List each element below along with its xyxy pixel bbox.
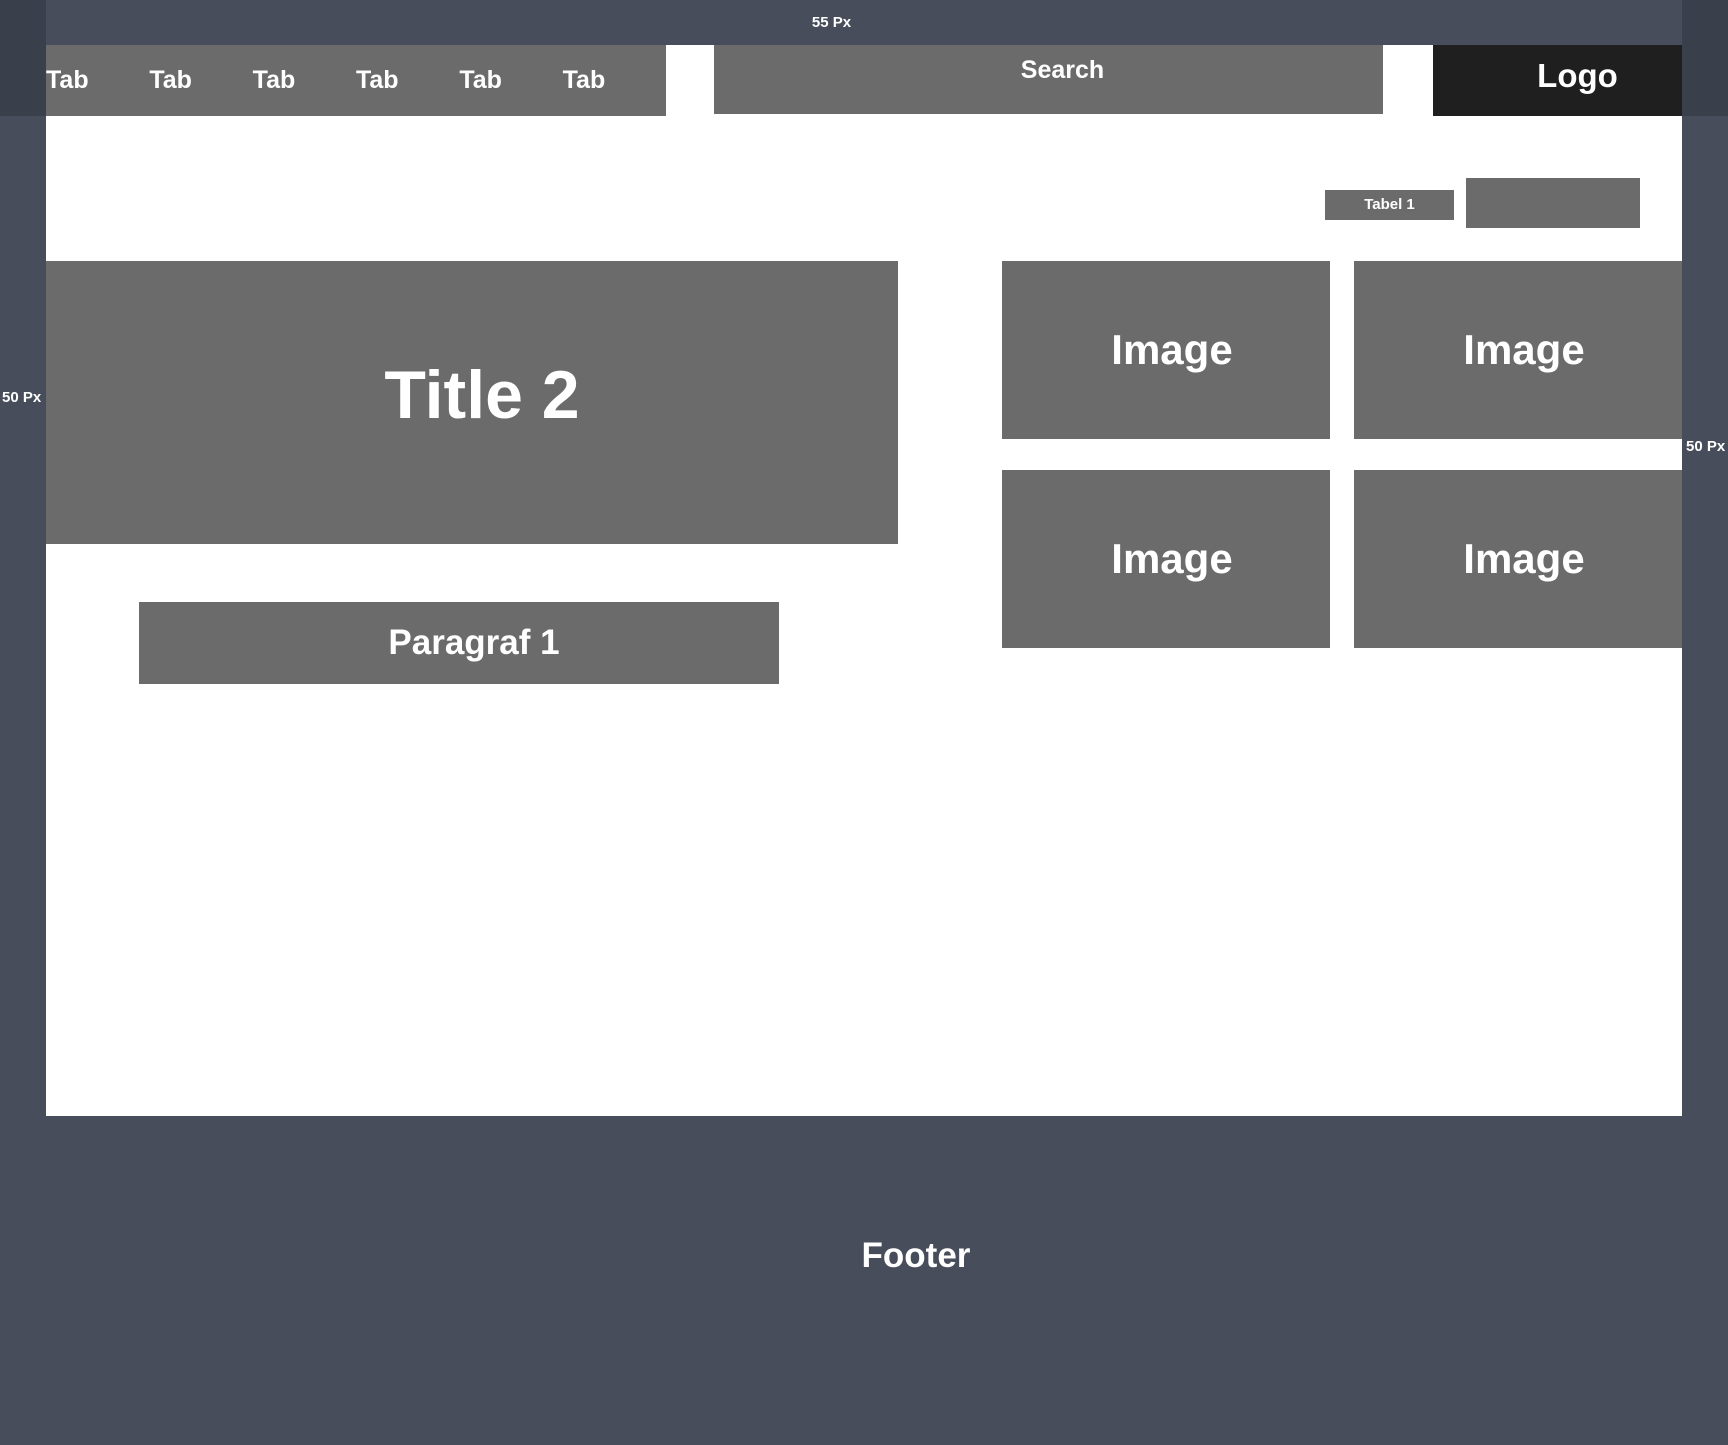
tab-1[interactable]: Tab [46, 66, 149, 95]
right-margin-strip [1682, 0, 1728, 116]
image-placeholder-4: Image [1354, 470, 1682, 648]
logo[interactable]: Logo [1433, 45, 1682, 116]
tab-bar: Tab Tab Tab Tab Tab Tab [46, 45, 666, 116]
tab-3[interactable]: Tab [253, 66, 356, 95]
footer-label: Footer [861, 1236, 971, 1275]
search-bar[interactable]: Search [714, 45, 1383, 114]
main-content: Tab Tab Tab Tab Tab Tab Search Logo Tabe… [46, 45, 1682, 1116]
right-spacing-annotation: 50 Px [1686, 438, 1726, 455]
paragraph-block: Paragraf 1 [139, 602, 779, 684]
footer: Footer [0, 1116, 1728, 1445]
tab-6[interactable]: Tab [563, 66, 666, 95]
tab-2[interactable]: Tab [149, 66, 252, 95]
top-spacing-annotation: 55 Px [811, 14, 852, 31]
search-label: Search [1020, 56, 1105, 84]
title-block: Title 2 [46, 261, 898, 544]
wireframe-page: 55 Px 50 Px 50 Px Tab Tab Tab Tab Tab Ta… [0, 0, 1728, 1445]
table-placeholder[interactable] [1466, 178, 1640, 228]
image-placeholder-3: Image [1002, 470, 1330, 648]
image-placeholder-2: Image [1354, 261, 1682, 439]
left-spacing-annotation: 50 Px [2, 389, 42, 406]
image-placeholder-1: Image [1002, 261, 1330, 439]
tab-5[interactable]: Tab [459, 66, 562, 95]
tab-4[interactable]: Tab [356, 66, 459, 95]
table-label: Tabel 1 [1325, 190, 1454, 220]
